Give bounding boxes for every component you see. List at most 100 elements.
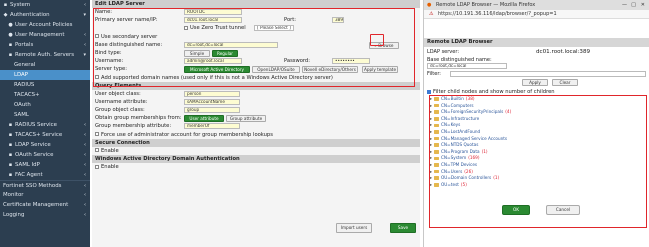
sidebar-item-general[interactable]: General — [0, 60, 90, 70]
sidebar-item-label: OAuth — [14, 102, 31, 108]
close-icon[interactable]: ✕ — [641, 0, 645, 10]
saml-icon: ▪ — [8, 162, 13, 168]
oauth-icon: ▪ — [8, 152, 13, 158]
dialog-server-value: dc01.root.local:389 — [536, 49, 591, 55]
obtain-user-attr-button[interactable]: User attribute — [184, 115, 224, 123]
chevron-left-icon: ‹ — [84, 42, 86, 48]
sidebar-item-system[interactable]: ▪ System ‹ — [0, 0, 90, 10]
chevron-left-icon: ‹ — [84, 212, 86, 218]
dialog-server-label: LDAP server: — [427, 49, 459, 55]
tacacs-icon: ▪ — [8, 132, 13, 138]
sidebar-item-ldap[interactable]: LDAP — [0, 70, 90, 80]
sidebar-item-label: TACACS+ Service — [15, 132, 63, 138]
dialog-window-title: Remote LDAP Browser — Mozilla Firefox — [436, 2, 536, 8]
sidebar-item-monitor[interactable]: Monitor ‹ — [0, 190, 90, 200]
firefox-icon: ● — [427, 2, 432, 8]
chevron-left-icon: ‹ — [84, 192, 86, 198]
sidebar-item-remote-auth-servers[interactable]: ▪ Remote Auth. Servers ▾ — [0, 50, 90, 60]
sidebar-item-fortinet-sso-methods[interactable]: Fortinet SSO Methods ‹ — [0, 180, 90, 190]
dialog-header: Remote LDAP Browser — [424, 38, 649, 47]
dialog-filter-buttons: Apply Clear — [424, 78, 649, 86]
user-icon: ● — [8, 22, 13, 28]
sidebar-item-label: OAuth Service — [15, 152, 54, 158]
sidebar-item-tacacs[interactable]: TACACS+ — [0, 90, 90, 100]
secure-enable-label: Enable — [101, 147, 119, 154]
sidebar-item-label: Logging — [3, 212, 25, 218]
section-title-secure: Secure Connection — [92, 138, 420, 147]
insecure-lock-icon: ⚠ — [429, 11, 434, 17]
sidebar-item-label: FAC Agent — [15, 172, 43, 178]
member-attr-input[interactable]: memberOf — [184, 123, 240, 130]
chevron-left-icon: ‹ — [84, 122, 86, 128]
dialog-clear-button[interactable]: Clear — [552, 79, 578, 86]
sidebar-item-saml[interactable]: SAML — [0, 110, 90, 120]
sidebar-item-label: System — [10, 2, 31, 8]
sidebar-item-label: User Management — [15, 32, 65, 38]
save-button[interactable]: Save — [390, 223, 416, 233]
user-obj-label: User object class: — [95, 90, 141, 97]
obtain-row: Obtain group memberships from: User attr… — [92, 114, 420, 123]
server-icon: ▪ — [8, 52, 13, 58]
dialog-base-dn-input[interactable]: dc=root,dc=local — [427, 63, 507, 69]
user-obj-row: User object class: person — [92, 90, 420, 98]
obtain-group-attr-button[interactable]: Group attribute — [226, 115, 266, 123]
section-title-windows-ad: Windows Active Directory Domain Authenti… — [92, 155, 420, 163]
sidebar-item-radius[interactable]: RADIUS — [0, 80, 90, 90]
radius-icon: ▪ — [8, 122, 13, 128]
dialog-apply-button[interactable]: Apply — [522, 79, 548, 86]
dialog-urlbar: ⚠ https://10.191.36.116/ldap/browser/?_p… — [424, 10, 649, 19]
maximize-icon[interactable]: □ — [631, 0, 636, 10]
dialog-filter-row: Filter: — [424, 70, 649, 78]
group-obj-input[interactable]: group — [184, 107, 240, 114]
agent-icon: ▪ — [8, 172, 13, 178]
sidebar-item-oauth-service[interactable]: ▪ OAuth Service ‹ — [0, 150, 90, 160]
sidebar-item-oauth[interactable]: OAuth — [0, 100, 90, 110]
tree-filter-checkbox[interactable] — [427, 89, 431, 94]
sidebar-item-tacacs-service[interactable]: ▪ TACACS+ Service ‹ — [0, 130, 90, 140]
force-label: Force use of administrator account for g… — [101, 131, 273, 138]
secure-enable-checkbox[interactable] — [95, 148, 99, 153]
sidebar-item-label: Portals — [15, 42, 34, 48]
group-obj-row: Group object class: group — [92, 106, 420, 114]
dialog-server-row: LDAP server: dc01.root.local:389 — [424, 47, 649, 57]
import-users-button[interactable]: Import users — [336, 223, 372, 233]
sidebar: ▪ System ‹ ◆ Authentication ▾ ● User Account Po… — [0, 0, 90, 247]
chevron-left-icon: ‹ — [84, 162, 86, 168]
sidebar-item-saml-idp[interactable]: ▪ SAML IdP ‹ — [0, 160, 90, 170]
sidebar-item-label: SAML — [14, 112, 29, 118]
windows-ad-enable-row: Enable — [92, 163, 420, 171]
highlight-box-ldap-settings — [93, 8, 415, 87]
chevron-left-icon: ‹ — [84, 2, 86, 8]
sidebar-item-label: LDAP Service — [15, 142, 51, 148]
highlight-box-ldap-tree — [429, 95, 647, 228]
windows-ad-enable-checkbox[interactable] — [95, 164, 99, 169]
dialog-base-dn-row: dc=root,dc=local — [424, 63, 649, 70]
obtain-label: Obtain group memberships from: — [95, 115, 182, 122]
sidebar-item-certificate-management[interactable]: Certificate Management ‹ — [0, 200, 90, 210]
chevron-left-icon: ‹ — [84, 132, 86, 138]
sidebar-item-label: TACACS+ — [14, 92, 40, 98]
sidebar-item-label: Authentication — [10, 12, 50, 18]
sidebar-item-ldap-service[interactable]: ▪ LDAP Service ‹ — [0, 140, 90, 150]
sidebar-item-user-management[interactable]: ● User Management ‹ — [0, 30, 90, 40]
ldap-icon: ▪ — [8, 142, 13, 148]
sidebar-item-fac-agent[interactable]: ▪ FAC Agent ‹ — [0, 170, 90, 180]
dialog-filter-input[interactable] — [450, 71, 646, 77]
sidebar-item-radius-service[interactable]: ▪ RADIUS Service ‹ — [0, 120, 90, 130]
chevron-left-icon: ‹ — [84, 172, 86, 178]
force-checkbox[interactable] — [95, 132, 99, 137]
minimize-icon[interactable]: — — [622, 0, 627, 10]
dialog-url[interactable]: https://10.191.36.116/ldap/browser/?_pop… — [438, 11, 557, 17]
sidebar-item-authentication[interactable]: ◆ Authentication ▾ — [0, 10, 90, 20]
sidebar-item-logging[interactable]: Logging ‹ — [0, 210, 90, 220]
sidebar-item-user-account-policies[interactable]: ● User Account Policies — [0, 20, 90, 30]
user-obj-input[interactable]: person — [184, 90, 240, 97]
username-attr-input[interactable]: sAMAccountName — [184, 98, 240, 105]
username-attr-row: Username attribute: sAMAccountName — [92, 98, 420, 106]
auth-icon: ◆ — [3, 12, 8, 18]
sidebar-item-portals[interactable]: ▪ Portals ‹ — [0, 40, 90, 50]
sidebar-item-label: User Account Policies — [15, 22, 73, 28]
chevron-left-icon: ‹ — [84, 152, 86, 158]
windows-ad-enable-label: Enable — [101, 164, 119, 170]
chevron-down-icon: ▾ — [83, 12, 86, 18]
